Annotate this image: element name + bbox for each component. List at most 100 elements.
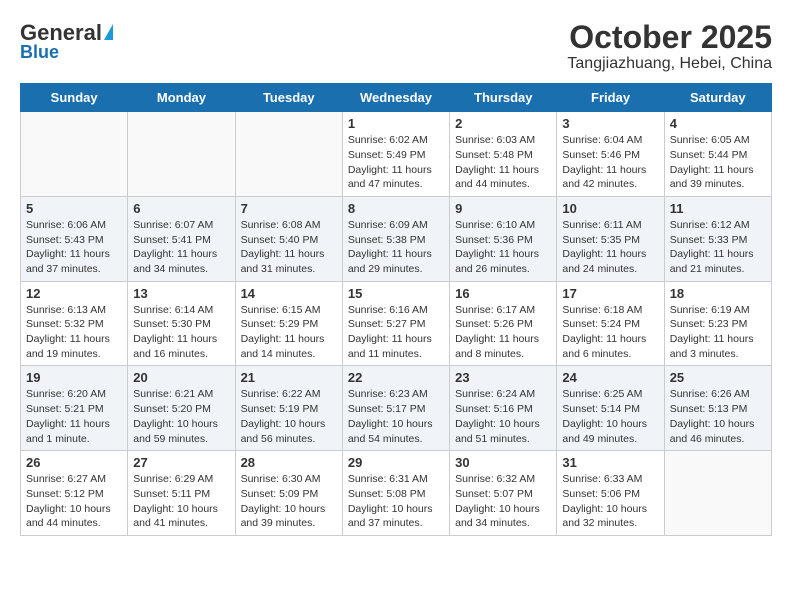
- calendar-cell: 17 Sunrise: 6:18 AM Sunset: 5:24 PM Dayli…: [557, 281, 664, 366]
- day-info: Sunrise: 6:08 AM Sunset: 5:40 PM Dayligh…: [241, 218, 337, 277]
- day-info: Sunrise: 6:14 AM Sunset: 5:30 PM Dayligh…: [133, 303, 229, 362]
- day-info: Sunrise: 6:05 AM Sunset: 5:44 PM Dayligh…: [670, 133, 766, 192]
- day-info: Sunrise: 6:20 AM Sunset: 5:21 PM Dayligh…: [26, 387, 122, 446]
- day-number: 29: [348, 455, 444, 470]
- week-row-2: 5 Sunrise: 6:06 AM Sunset: 5:43 PM Daylig…: [21, 196, 772, 281]
- day-number: 1: [348, 116, 444, 131]
- day-info: Sunrise: 6:17 AM Sunset: 5:26 PM Dayligh…: [455, 303, 551, 362]
- day-info: Sunrise: 6:26 AM Sunset: 5:13 PM Dayligh…: [670, 387, 766, 446]
- calendar-cell: 16 Sunrise: 6:17 AM Sunset: 5:26 PM Dayli…: [450, 281, 557, 366]
- day-info: Sunrise: 6:03 AM Sunset: 5:48 PM Dayligh…: [455, 133, 551, 192]
- day-info: Sunrise: 6:02 AM Sunset: 5:49 PM Dayligh…: [348, 133, 444, 192]
- location-subtitle: Tangjiazhuang, Hebei, China: [567, 55, 772, 73]
- calendar-cell: 29 Sunrise: 6:31 AM Sunset: 5:08 PM Dayli…: [342, 451, 449, 536]
- week-row-3: 12 Sunrise: 6:13 AM Sunset: 5:32 PM Dayli…: [21, 281, 772, 366]
- day-info: Sunrise: 6:27 AM Sunset: 5:12 PM Dayligh…: [26, 472, 122, 531]
- day-info: Sunrise: 6:24 AM Sunset: 5:16 PM Dayligh…: [455, 387, 551, 446]
- calendar-cell: 24 Sunrise: 6:25 AM Sunset: 5:14 PM Dayli…: [557, 366, 664, 451]
- calendar-cell: 31Sunrise: 6:33 AM Sunset: 5:06 PM Dayli…: [557, 451, 664, 536]
- day-header-thursday: Thursday: [450, 84, 557, 112]
- day-number: 16: [455, 286, 551, 301]
- day-info: Sunrise: 6:30 AM Sunset: 5:09 PM Dayligh…: [241, 472, 337, 531]
- week-row-1: 1 Sunrise: 6:02 AM Sunset: 5:49 PM Daylig…: [21, 112, 772, 197]
- day-header-monday: Monday: [128, 84, 235, 112]
- day-number: 22: [348, 370, 444, 385]
- calendar-cell: 18 Sunrise: 6:19 AM Sunset: 5:23 PM Dayli…: [664, 281, 771, 366]
- day-info: Sunrise: 6:19 AM Sunset: 5:23 PM Dayligh…: [670, 303, 766, 362]
- calendar-cell: 19 Sunrise: 6:20 AM Sunset: 5:21 PM Dayli…: [21, 366, 128, 451]
- day-number: 30: [455, 455, 551, 470]
- day-number: 2: [455, 116, 551, 131]
- calendar-cell: 9 Sunrise: 6:10 AM Sunset: 5:36 PM Daylig…: [450, 196, 557, 281]
- calendar-cell: 8 Sunrise: 6:09 AM Sunset: 5:38 PM Daylig…: [342, 196, 449, 281]
- day-number: 10: [562, 201, 658, 216]
- day-number: 13: [133, 286, 229, 301]
- day-info: Sunrise: 6:25 AM Sunset: 5:14 PM Dayligh…: [562, 387, 658, 446]
- calendar-cell: 14 Sunrise: 6:15 AM Sunset: 5:29 PM Dayli…: [235, 281, 342, 366]
- day-info: Sunrise: 6:15 AM Sunset: 5:29 PM Dayligh…: [241, 303, 337, 362]
- day-header-friday: Friday: [557, 84, 664, 112]
- calendar-cell: 30 Sunrise: 6:32 AM Sunset: 5:07 PM Dayli…: [450, 451, 557, 536]
- day-info: Sunrise: 6:23 AM Sunset: 5:17 PM Dayligh…: [348, 387, 444, 446]
- day-number: 28: [241, 455, 337, 470]
- calendar-table: SundayMondayTuesdayWednesdayThursdayFrid…: [20, 83, 772, 536]
- calendar-cell: [235, 112, 342, 197]
- day-number: 14: [241, 286, 337, 301]
- calendar-cell: 12 Sunrise: 6:13 AM Sunset: 5:32 PM Dayli…: [21, 281, 128, 366]
- day-info: Sunrise: 6:32 AM Sunset: 5:07 PM Dayligh…: [455, 472, 551, 531]
- day-number: 26: [26, 455, 122, 470]
- day-number: 25: [670, 370, 766, 385]
- day-info: Sunrise: 6:10 AM Sunset: 5:36 PM Dayligh…: [455, 218, 551, 277]
- logo-arrow-icon: [104, 24, 113, 40]
- day-info: Sunrise: 6:11 AM Sunset: 5:35 PM Dayligh…: [562, 218, 658, 277]
- calendar-cell: 27Sunrise: 6:29 AM Sunset: 5:11 PM Dayli…: [128, 451, 235, 536]
- day-number: 18: [670, 286, 766, 301]
- day-number: 12: [26, 286, 122, 301]
- day-info: Sunrise: 6:31 AM Sunset: 5:08 PM Dayligh…: [348, 472, 444, 531]
- day-number: 19: [26, 370, 122, 385]
- calendar-cell: 7Sunrise: 6:08 AM Sunset: 5:40 PM Daylig…: [235, 196, 342, 281]
- calendar-cell: 22 Sunrise: 6:23 AM Sunset: 5:17 PM Dayli…: [342, 366, 449, 451]
- calendar-cell: 26 Sunrise: 6:27 AM Sunset: 5:12 PM Dayli…: [21, 451, 128, 536]
- week-row-4: 19 Sunrise: 6:20 AM Sunset: 5:21 PM Dayli…: [21, 366, 772, 451]
- calendar-cell: 23 Sunrise: 6:24 AM Sunset: 5:16 PM Dayli…: [450, 366, 557, 451]
- calendar-cell: 6Sunrise: 6:07 AM Sunset: 5:41 PM Daylig…: [128, 196, 235, 281]
- calendar-cell: 4 Sunrise: 6:05 AM Sunset: 5:44 PM Daylig…: [664, 112, 771, 197]
- calendar-cell: 5 Sunrise: 6:06 AM Sunset: 5:43 PM Daylig…: [21, 196, 128, 281]
- calendar-cell: [664, 451, 771, 536]
- day-number: 5: [26, 201, 122, 216]
- day-header-tuesday: Tuesday: [235, 84, 342, 112]
- day-info: Sunrise: 6:07 AM Sunset: 5:41 PM Dayligh…: [133, 218, 229, 277]
- day-number: 11: [670, 201, 766, 216]
- day-number: 4: [670, 116, 766, 131]
- day-info: Sunrise: 6:29 AM Sunset: 5:11 PM Dayligh…: [133, 472, 229, 531]
- day-number: 15: [348, 286, 444, 301]
- day-info: Sunrise: 6:16 AM Sunset: 5:27 PM Dayligh…: [348, 303, 444, 362]
- day-info: Sunrise: 6:13 AM Sunset: 5:32 PM Dayligh…: [26, 303, 122, 362]
- calendar-cell: 3Sunrise: 6:04 AM Sunset: 5:46 PM Daylig…: [557, 112, 664, 197]
- calendar-cell: 15 Sunrise: 6:16 AM Sunset: 5:27 PM Dayli…: [342, 281, 449, 366]
- day-number: 24: [562, 370, 658, 385]
- calendar-cell: 1 Sunrise: 6:02 AM Sunset: 5:49 PM Daylig…: [342, 112, 449, 197]
- day-number: 17: [562, 286, 658, 301]
- day-info: Sunrise: 6:21 AM Sunset: 5:20 PM Dayligh…: [133, 387, 229, 446]
- calendar-cell: 13 Sunrise: 6:14 AM Sunset: 5:30 PM Dayli…: [128, 281, 235, 366]
- day-info: Sunrise: 6:22 AM Sunset: 5:19 PM Dayligh…: [241, 387, 337, 446]
- day-number: 23: [455, 370, 551, 385]
- calendar-cell: 25 Sunrise: 6:26 AM Sunset: 5:13 PM Dayli…: [664, 366, 771, 451]
- day-header-wednesday: Wednesday: [342, 84, 449, 112]
- calendar-cell: 11Sunrise: 6:12 AM Sunset: 5:33 PM Dayli…: [664, 196, 771, 281]
- day-info: Sunrise: 6:04 AM Sunset: 5:46 PM Dayligh…: [562, 133, 658, 192]
- day-header-saturday: Saturday: [664, 84, 771, 112]
- day-number: 8: [348, 201, 444, 216]
- day-info: Sunrise: 6:09 AM Sunset: 5:38 PM Dayligh…: [348, 218, 444, 277]
- calendar-cell: [21, 112, 128, 197]
- logo: General Blue: [20, 20, 113, 63]
- calendar-cell: [128, 112, 235, 197]
- day-info: Sunrise: 6:06 AM Sunset: 5:43 PM Dayligh…: [26, 218, 122, 277]
- calendar-cell: 28 Sunrise: 6:30 AM Sunset: 5:09 PM Dayli…: [235, 451, 342, 536]
- day-header-sunday: Sunday: [21, 84, 128, 112]
- day-info: Sunrise: 6:18 AM Sunset: 5:24 PM Dayligh…: [562, 303, 658, 362]
- day-number: 9: [455, 201, 551, 216]
- days-header-row: SundayMondayTuesdayWednesdayThursdayFrid…: [21, 84, 772, 112]
